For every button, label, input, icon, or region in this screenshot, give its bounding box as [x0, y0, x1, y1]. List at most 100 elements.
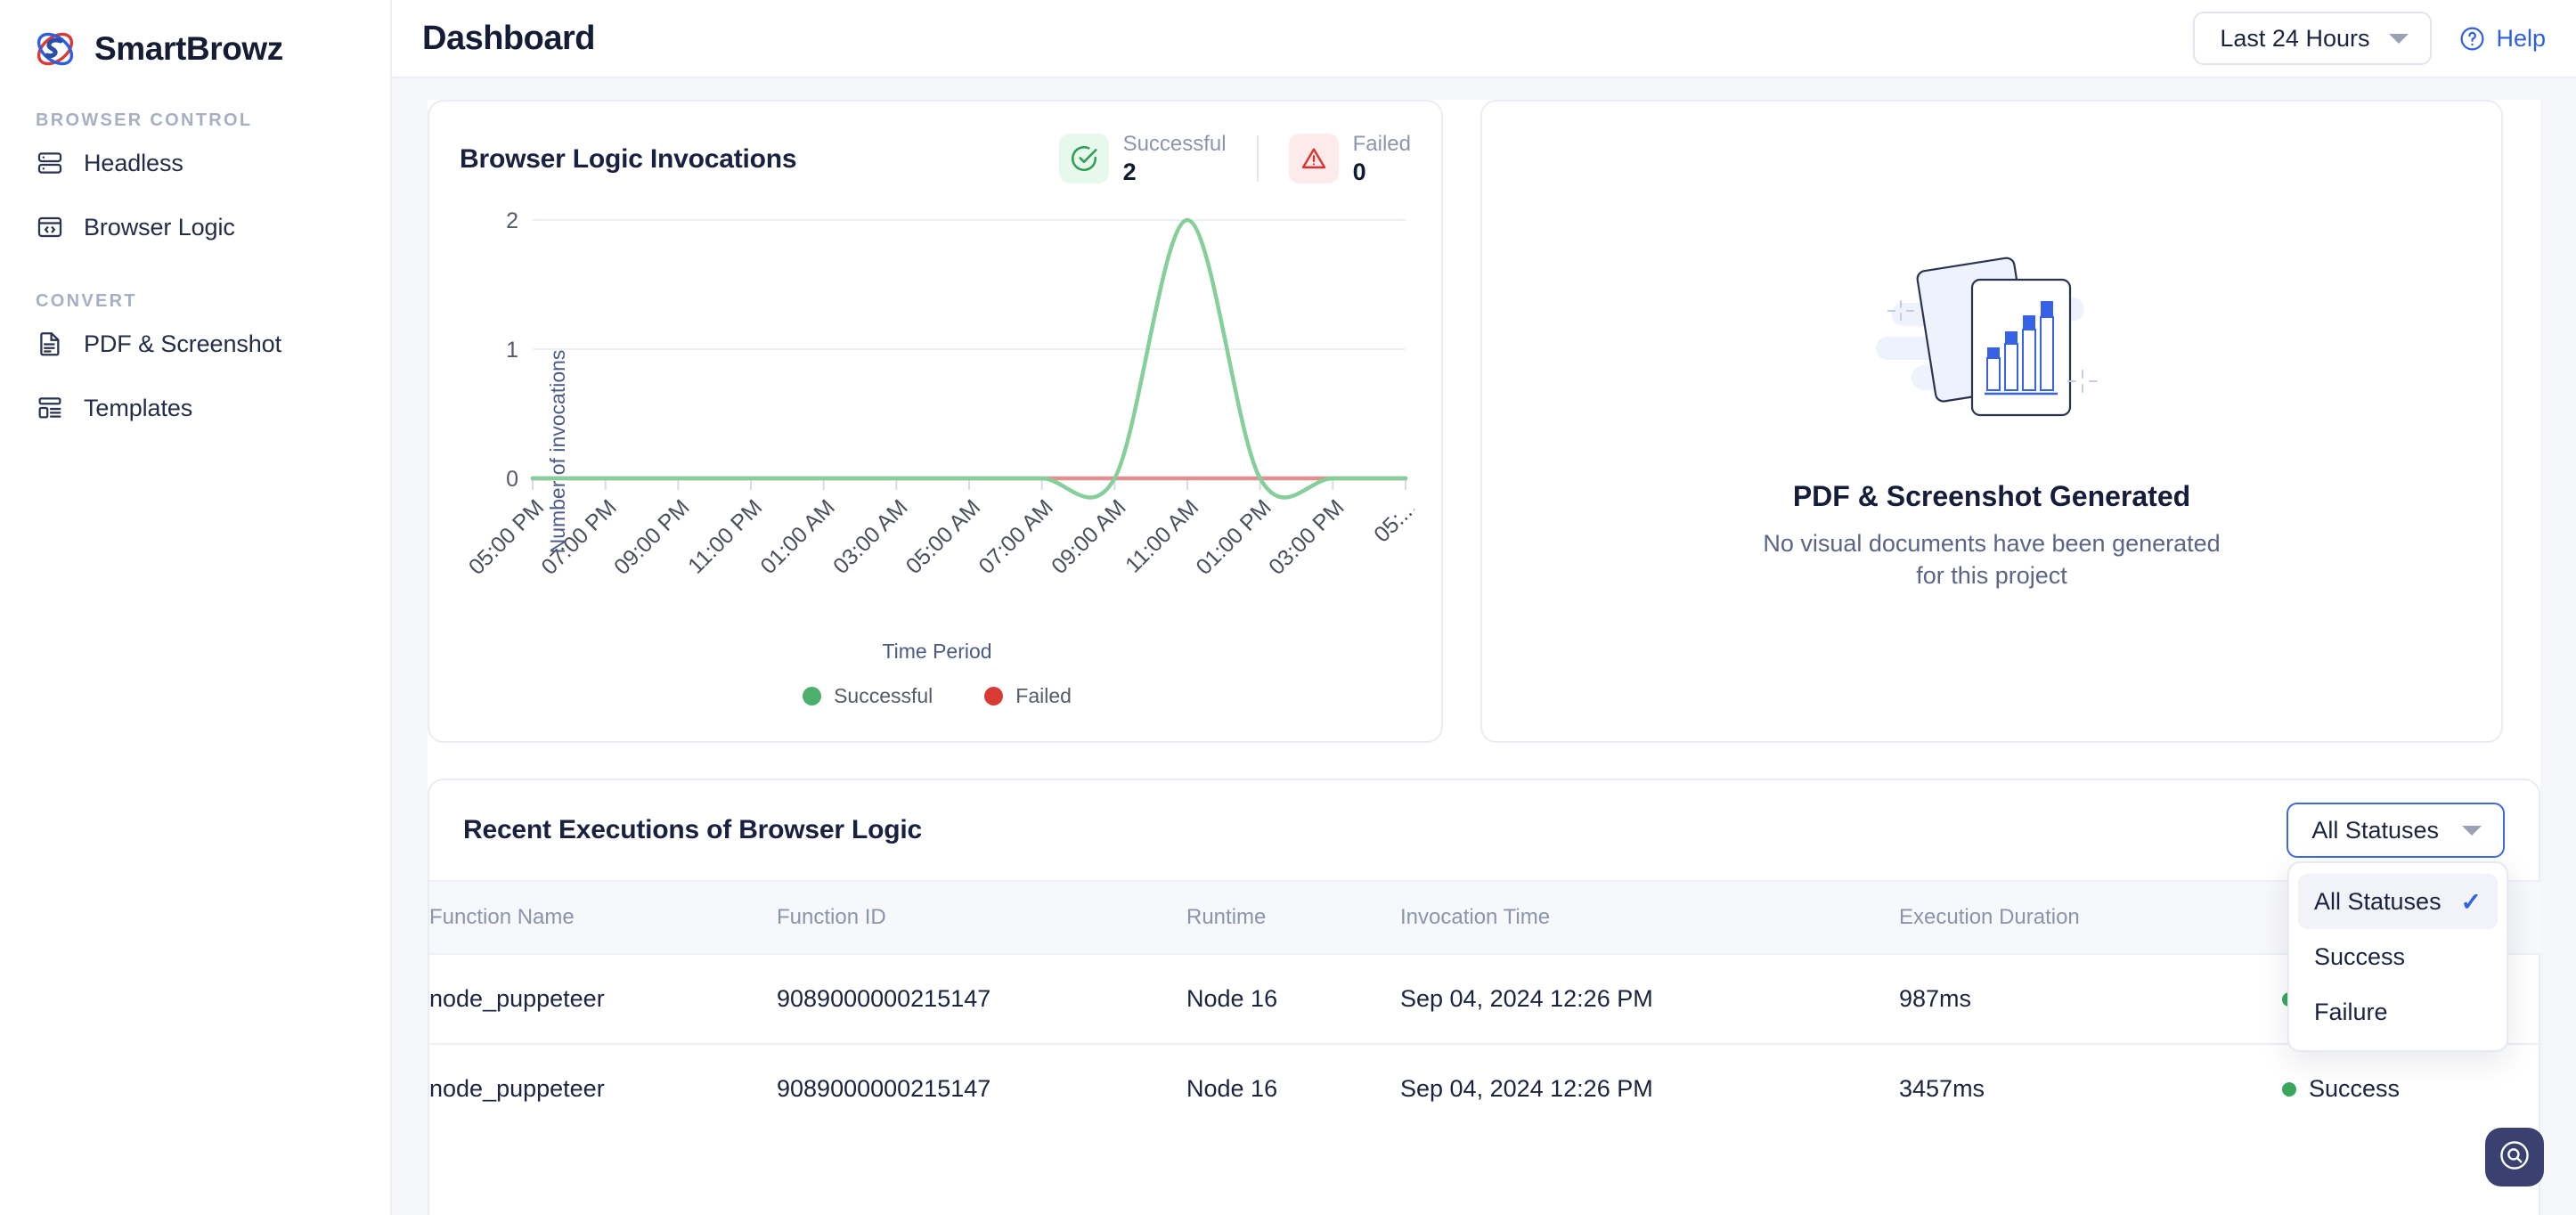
dropdown-option-label: All Statuses	[2314, 887, 2441, 915]
time-range-select[interactable]: Last 24 Hours	[2193, 12, 2433, 65]
table-card-header: Recent Executions of Browser Logic All S…	[429, 780, 2539, 1052]
cell-function-id: 9089000000215147	[777, 1075, 991, 1102]
server-icon	[36, 149, 64, 177]
right-gutter	[2556, 78, 2576, 1215]
chart-stats: Successful 2 Failed 0	[1058, 130, 1411, 186]
status-filter-select[interactable]: All Statuses	[2287, 803, 2505, 858]
cell-execution-duration: 3457ms	[1899, 1075, 1985, 1102]
legend-item-failed: Failed	[984, 684, 1072, 708]
main-area: Dashboard Last 24 Hours Help Browser Log…	[392, 0, 2576, 1215]
stat-divider	[1256, 135, 1259, 183]
cell-function-name: node_puppeteer	[429, 954, 777, 1045]
sidebar-item-label: PDF & Screenshot	[84, 330, 281, 357]
documents-chart-illustration	[1858, 251, 2125, 443]
legend-label: Successful	[834, 683, 933, 707]
content-area: Browser Logic Invocations Successful 2 F…	[392, 78, 2576, 1215]
svg-text:09:00 PM: 09:00 PM	[609, 494, 694, 579]
search-fab-button[interactable]	[2485, 1128, 2544, 1186]
table-header-row: Function Name Function ID Runtime Invoca…	[429, 880, 2542, 955]
sidebar-item-pdf-screenshot[interactable]: PDF & Screenshot	[0, 312, 390, 376]
search-circle-icon	[2498, 1138, 2531, 1177]
chart-legend: Successful Failed	[460, 684, 1414, 708]
sidebar-item-templates[interactable]: Templates	[0, 376, 390, 440]
chevron-down-icon	[2462, 825, 2482, 836]
cell-invocation-time: Sep 04, 2024 12:26 PM	[1400, 954, 1899, 1045]
sidebar-item-headless[interactable]: Headless	[0, 131, 390, 195]
dropdown-option-failure[interactable]: Failure	[2298, 984, 2498, 1040]
sidebar-section-title-convert: CONVERT	[36, 291, 137, 311]
svg-text:05:00 PM: 05:00 PM	[464, 494, 549, 579]
svg-text:07:00 AM: 07:00 AM	[974, 494, 1057, 578]
dropdown-option-label: Success	[2314, 942, 2406, 970]
invocations-line-chart: Number of invocations 0 1 2 05:00 PM 07:00 P…	[460, 202, 1422, 707]
recent-executions-card: Recent Executions of Browser Logic All S…	[428, 779, 2542, 1215]
brand[interactable]: SmartBrowz	[0, 0, 390, 78]
empty-state-subtitle-line1: No visual documents have been generated	[1763, 529, 2221, 557]
legend-dot	[984, 686, 1004, 705]
topbar-actions: Last 24 Hours Help	[2193, 12, 2546, 65]
column-header-execution-duration: Execution Duration	[1899, 880, 2282, 955]
chart-plot-area: 01205:00 PM07:00 PM09:00 PM11:00 PM01:00…	[464, 208, 1422, 580]
chart-card-header: Browser Logic Invocations Successful 2 F…	[460, 130, 1411, 186]
column-header-invocation-time: Invocation Time	[1400, 880, 1899, 955]
dropdown-option-label: Failure	[2314, 998, 2388, 1025]
help-button[interactable]: Help	[2458, 25, 2546, 53]
question-circle-icon	[2458, 25, 2486, 53]
status-label: Success	[2309, 1075, 2401, 1102]
table-row[interactable]: node_puppeteer 9089000000215147 Node 16 …	[429, 1044, 2542, 1133]
cell-runtime: Node 16	[1186, 1075, 1278, 1102]
stat-failed: Failed 0	[1288, 132, 1411, 186]
status-dot-icon	[2282, 1081, 2296, 1097]
smartbrowz-logo-icon	[32, 26, 78, 72]
sidebar-section-title-browser-control: BROWSER CONTROL	[36, 110, 253, 130]
table-row[interactable]: node_puppeteer 9089000000215147 Node 16 …	[429, 954, 2542, 1045]
svg-text:01:00 PM: 01:00 PM	[1191, 494, 1276, 579]
svg-text:05:...: 05:...	[1369, 494, 1414, 547]
cell-execution-duration: 987ms	[1899, 954, 2282, 1045]
column-header-runtime: Runtime	[1186, 880, 1400, 955]
sidebar: SmartBrowz BROWSER CONTROL Headless Brow…	[0, 0, 392, 1215]
stat-value: 0	[1352, 158, 1366, 185]
status-filter: All Statuses All Statuses ✓ Success Fail…	[2287, 803, 2508, 1052]
svg-text:09:00 AM: 09:00 AM	[1047, 494, 1130, 578]
sidebar-item-label: Templates	[84, 394, 193, 421]
chart-y-axis-title: Number of invocations	[545, 349, 569, 554]
column-header-function-name: Function Name	[429, 880, 777, 955]
chart-x-axis-title: Time Period	[882, 639, 992, 663]
page-title: Dashboard	[422, 19, 595, 57]
empty-state-title: PDF & Screenshot Generated	[1792, 479, 2191, 512]
status-filter-value: All Statuses	[2311, 816, 2439, 844]
brand-name: SmartBrowz	[94, 30, 283, 67]
sidebar-item-label: Browser Logic	[84, 213, 235, 241]
status-filter-dropdown: All Statuses ✓ Success Failure	[2287, 861, 2508, 1052]
cell-function-name: node_puppeteer	[429, 1075, 605, 1102]
chart-title: Browser Logic Invocations	[460, 144, 797, 174]
svg-text:01:00 AM: 01:00 AM	[755, 494, 839, 578]
check-circle-icon	[1058, 134, 1109, 184]
topbar: Dashboard Last 24 Hours Help	[392, 0, 2576, 78]
check-icon: ✓	[2460, 887, 2482, 916]
time-range-value: Last 24 Hours	[2220, 24, 2370, 52]
svg-text:0: 0	[506, 467, 518, 492]
stat-label: Successful	[1122, 132, 1227, 156]
browser-logic-invocations-card: Browser Logic Invocations Successful 2 F…	[428, 100, 1443, 743]
sidebar-item-label: Headless	[84, 149, 183, 176]
cell-runtime: Node 16	[1186, 954, 1400, 1045]
sidebar-item-browser-logic[interactable]: Browser Logic	[0, 195, 390, 259]
column-header-function-id: Function ID	[777, 880, 1186, 955]
warning-triangle-icon	[1288, 134, 1339, 184]
chevron-down-icon	[2389, 33, 2409, 44]
legend-item-successful: Successful	[803, 684, 933, 708]
stat-value: 2	[1122, 158, 1137, 185]
stat-successful: Successful 2	[1058, 132, 1227, 186]
dropdown-option-success[interactable]: Success	[2298, 929, 2498, 984]
stat-label: Failed	[1352, 132, 1411, 156]
table-body: node_puppeteer 9089000000215147 Node 16 …	[429, 954, 2542, 1133]
legend-dot	[803, 686, 822, 705]
table-header: Function Name Function ID Runtime Invoca…	[429, 880, 2542, 955]
empty-state-subtitle: No visual documents have been generated …	[1763, 527, 2220, 591]
cell-function-id: 9089000000215147	[777, 954, 1186, 1045]
app-root: SmartBrowz BROWSER CONTROL Headless Brow…	[0, 0, 2576, 1215]
cell-status: Success	[2282, 1044, 2542, 1133]
dropdown-option-all-statuses[interactable]: All Statuses ✓	[2298, 874, 2498, 929]
